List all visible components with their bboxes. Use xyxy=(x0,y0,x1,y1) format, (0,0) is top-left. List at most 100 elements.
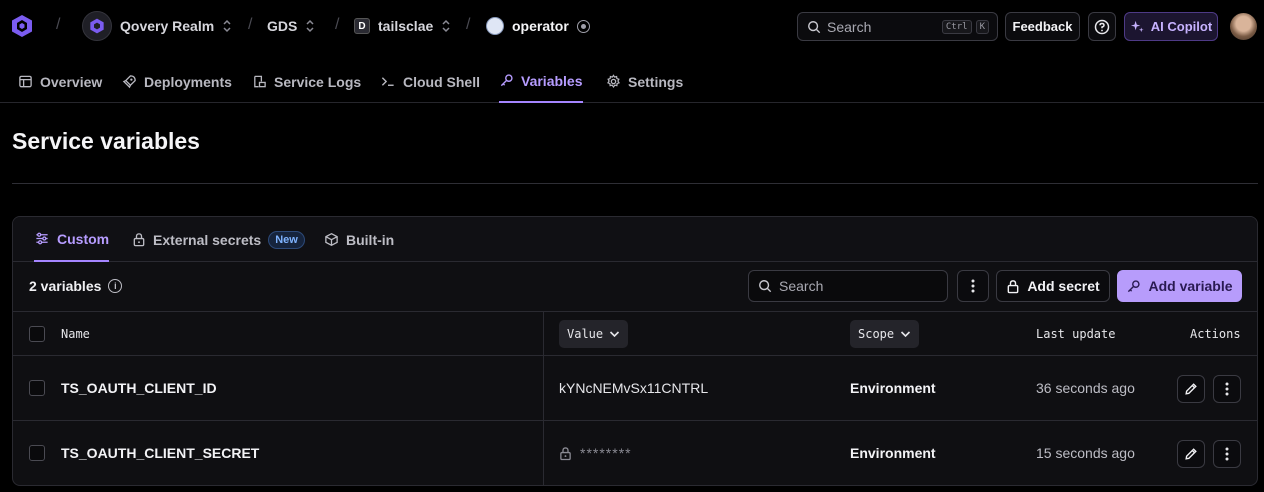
key-icon xyxy=(500,74,513,87)
tab-cloud-shell[interactable]: Cloud Shell xyxy=(380,60,480,103)
row-checkbox[interactable] xyxy=(29,445,45,461)
service-name: operator xyxy=(512,18,569,34)
tab-service-logs-label: Service Logs xyxy=(274,73,362,90)
more-options-button[interactable] xyxy=(957,270,989,302)
ai-copilot-button[interactable]: AI Copilot xyxy=(1124,12,1218,41)
info-icon[interactable]: i xyxy=(108,279,123,293)
cube-icon xyxy=(325,232,338,247)
column-header-last-update: Last update xyxy=(1036,327,1116,341)
dots-vertical-icon xyxy=(1225,382,1229,396)
select-all-checkbox[interactable] xyxy=(29,326,45,342)
environment-name: tailsclae xyxy=(378,18,434,34)
add-secret-label: Add secret xyxy=(1027,278,1100,294)
lock-icon xyxy=(133,233,145,247)
table-row: TS_OAUTH_CLIENT_ID kYNcNEMvSx11CNTRL Env… xyxy=(13,356,1257,421)
edit-variable-button[interactable] xyxy=(1177,375,1205,403)
subtab-built-in-label: Built-in xyxy=(346,231,395,248)
lock-icon xyxy=(560,446,571,460)
service-status-icon xyxy=(576,19,590,33)
chevron-up-down-icon xyxy=(222,19,232,33)
variable-count: 2 variables i xyxy=(29,278,123,294)
breadcrumb-environment[interactable]: D tailsclae xyxy=(354,10,451,42)
shortcut-k-key: K xyxy=(975,19,989,34)
organization-name: Qovery Realm xyxy=(120,18,215,34)
variable-scope: Environment xyxy=(850,445,936,461)
terminal-icon xyxy=(381,77,394,86)
variable-last-update: 36 seconds ago xyxy=(1036,380,1135,396)
breadcrumb-separator: / xyxy=(248,16,253,33)
variable-name: TS_OAUTH_CLIENT_SECRET xyxy=(61,445,260,461)
pencil-icon xyxy=(1185,448,1197,460)
breadcrumb-separator: / xyxy=(56,16,61,33)
search-icon xyxy=(759,280,772,293)
dots-vertical-icon xyxy=(971,279,975,293)
tab-variables[interactable]: Variables xyxy=(499,60,583,103)
variable-last-update: 15 seconds ago xyxy=(1036,445,1135,461)
sliders-icon xyxy=(36,232,48,245)
breadcrumb-project[interactable]: GDS xyxy=(267,10,315,42)
variable-value[interactable]: ******** xyxy=(559,445,632,461)
variable-search-placeholder: Search xyxy=(779,278,824,294)
subtab-external-secrets-label: External secrets xyxy=(153,231,262,248)
breadcrumb-separator: / xyxy=(335,16,340,33)
key-icon xyxy=(1128,279,1141,292)
global-search-button[interactable]: Search Ctrl K xyxy=(797,12,998,41)
rocket-icon xyxy=(122,75,136,89)
breadcrumb-service[interactable]: operator xyxy=(486,10,590,42)
add-variable-label: Add variable xyxy=(1148,278,1233,294)
column-header-value-label: Value xyxy=(567,327,604,341)
search-icon xyxy=(808,20,821,33)
organization-logo-icon xyxy=(82,11,112,41)
variable-type-tabs: Custom External secrets New Built-in xyxy=(13,217,1257,262)
environment-type-badge: D xyxy=(354,18,370,34)
qovery-logo[interactable] xyxy=(10,14,34,38)
tab-overview[interactable]: Overview xyxy=(18,60,102,103)
overview-icon xyxy=(19,75,32,88)
subtab-external-secrets[interactable]: External secrets New xyxy=(132,217,305,262)
chevron-up-down-icon xyxy=(305,19,315,33)
page-title: Service variables xyxy=(12,128,200,154)
column-divider xyxy=(543,312,544,485)
tab-deployments[interactable]: Deployments xyxy=(122,60,232,103)
global-search-label: Search xyxy=(827,18,872,35)
add-variable-button[interactable]: Add variable xyxy=(1117,270,1242,302)
row-more-options-button[interactable] xyxy=(1213,440,1241,468)
tab-overview-label: Overview xyxy=(40,73,103,90)
ai-copilot-label: AI Copilot xyxy=(1150,19,1213,34)
table-row: TS_OAUTH_CLIENT_SECRET ******** Environm… xyxy=(13,421,1257,485)
column-header-name: Name xyxy=(61,327,90,341)
tab-service-logs[interactable]: Service Logs xyxy=(252,60,361,103)
add-secret-button[interactable]: Add secret xyxy=(996,270,1110,302)
tab-settings-label: Settings xyxy=(628,73,684,90)
variables-card: Custom External secrets New Built-in 2 v… xyxy=(12,216,1258,486)
variable-value-text: kYNcNEMvSx11CNTRL xyxy=(559,380,709,396)
breadcrumb-separator: / xyxy=(466,16,471,33)
breadcrumb-organization[interactable]: Qovery Realm xyxy=(82,10,232,42)
column-header-value[interactable]: Value xyxy=(559,320,629,348)
tab-cloud-shell-label: Cloud Shell xyxy=(403,73,480,90)
variable-search-field[interactable]: Search xyxy=(748,270,948,302)
column-header-scope-label: Scope xyxy=(858,327,895,341)
row-more-options-button[interactable] xyxy=(1213,375,1241,403)
row-checkbox[interactable] xyxy=(29,380,45,396)
logs-icon xyxy=(254,75,266,88)
service-tabs: Overview Deployments Service Logs Cloud … xyxy=(0,60,1264,103)
column-header-actions: Actions xyxy=(1190,327,1241,341)
help-button[interactable] xyxy=(1088,12,1116,41)
subtab-custom[interactable]: Custom xyxy=(34,217,110,262)
feedback-button[interactable]: Feedback xyxy=(1005,12,1080,41)
user-avatar[interactable] xyxy=(1230,13,1257,40)
gear-icon xyxy=(607,74,620,88)
variable-value[interactable]: kYNcNEMvSx11CNTRL xyxy=(559,380,708,396)
top-bar: / Qovery Realm / GDS / D tailsclae / ope… xyxy=(0,0,1264,53)
tab-settings[interactable]: Settings xyxy=(606,60,683,103)
divider xyxy=(12,183,1258,184)
tab-deployments-label: Deployments xyxy=(144,73,232,90)
dots-vertical-icon xyxy=(1225,447,1229,461)
subtab-built-in[interactable]: Built-in xyxy=(324,217,394,262)
edit-variable-button[interactable] xyxy=(1177,440,1205,468)
chevron-up-down-icon xyxy=(441,19,451,33)
sparkles-icon xyxy=(1130,20,1144,33)
column-header-scope[interactable]: Scope xyxy=(850,320,920,348)
subtab-custom-label: Custom xyxy=(57,230,110,247)
